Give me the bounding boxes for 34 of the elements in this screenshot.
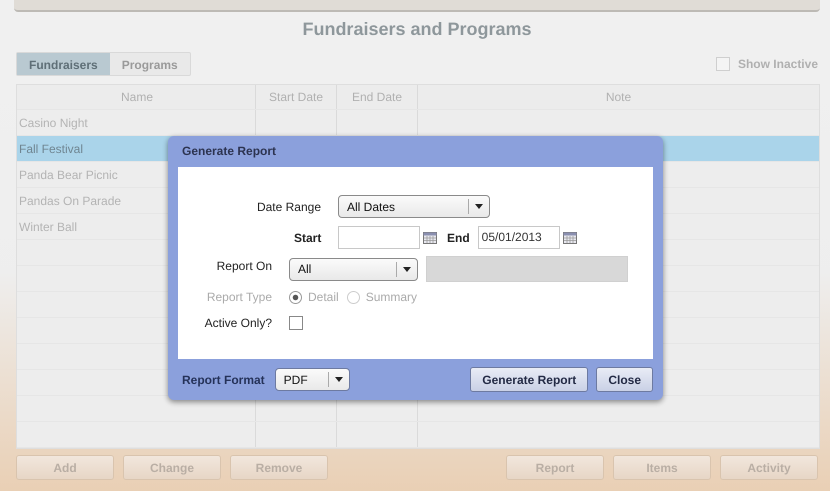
column-header[interactable]: Start Date (256, 85, 337, 109)
tab[interactable]: Programs (110, 53, 190, 75)
field-label: Report Type (206, 290, 272, 304)
table-cell: Pandas On Parade (19, 194, 122, 208)
field-label: Start (294, 230, 321, 244)
field-label: Active Only? (204, 316, 272, 330)
dialog-button[interactable]: Close (596, 367, 653, 392)
table-cell: Casino Night (19, 116, 88, 130)
page-title: Fundraisers and Programs (301, 19, 533, 41)
column-header[interactable]: Name (17, 85, 256, 109)
radio-label: Summary (366, 290, 418, 304)
table-cell: Fall Festival (19, 142, 84, 156)
field-label: Report On (216, 258, 272, 272)
dialog-title: Generate Report (181, 143, 278, 160)
column-header[interactable]: Note (418, 85, 819, 109)
show-inactive-label: Show Inactive (738, 57, 818, 71)
radio-label: Detail (308, 290, 339, 304)
table-cell: Panda Bear Picnic (19, 168, 118, 182)
active-only-checkbox[interactable] (289, 316, 303, 330)
table-cell: Winter Ball (19, 220, 78, 234)
input-field[interactable] (426, 256, 628, 282)
date-range-dropdown[interactable]: All Dates (338, 195, 490, 218)
report-on-dropdown[interactable]: All (289, 258, 418, 280)
calendar-icon[interactable] (423, 232, 437, 244)
field-label: Report Format (182, 372, 265, 386)
tab[interactable]: Fundraisers (17, 53, 110, 75)
field-label: End (447, 230, 470, 244)
report-format-dropdown[interactable]: PDF (274, 368, 350, 391)
calendar-icon[interactable] (562, 232, 577, 244)
column-header[interactable]: End Date (337, 85, 418, 109)
start-date-field[interactable] (338, 226, 420, 249)
end-date-field[interactable]: 05/01/2013 (478, 226, 560, 249)
dialog-button[interactable]: Generate Report (470, 367, 588, 392)
field-label: Date Range (256, 200, 321, 214)
